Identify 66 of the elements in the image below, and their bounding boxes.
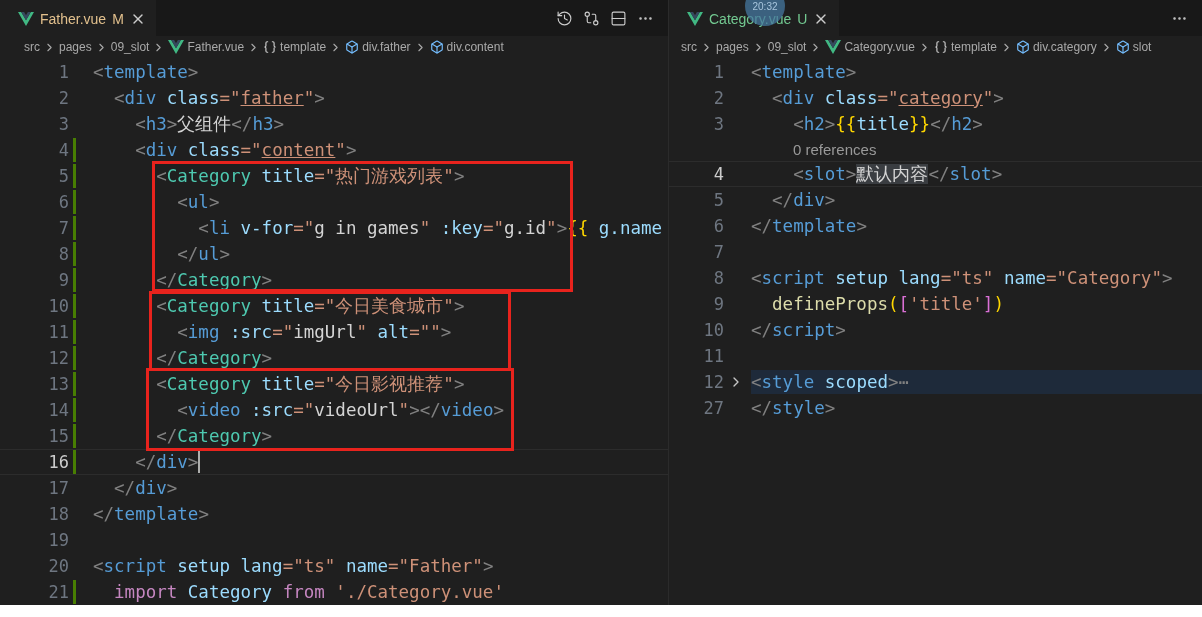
line-number: 18 xyxy=(47,504,69,524)
code-line: <video :src="videoUrl"></video> xyxy=(176,400,504,420)
line-number: 2 xyxy=(712,88,724,108)
git-status-label: U xyxy=(797,10,808,27)
code-line: <script setup lang="ts" name="Category"> xyxy=(751,268,1173,288)
code-line: <h3>父组件</h3> xyxy=(134,113,284,136)
code-line: <template> xyxy=(751,62,857,82)
line-number: 3 xyxy=(712,114,724,134)
code-line: </script> xyxy=(751,320,846,340)
line-number: 10 xyxy=(702,320,724,340)
code-line: </Category> xyxy=(155,348,273,368)
code-line: <h2>{{title}}</h2> xyxy=(792,114,983,134)
code-line: </template> xyxy=(93,504,209,524)
line-number: 1 xyxy=(712,62,724,82)
code-line: </style> xyxy=(751,398,836,418)
line-number: 4 xyxy=(712,164,724,184)
line-number: 4 xyxy=(57,140,69,160)
code-line: <script setup lang="ts" name="Father"> xyxy=(93,556,494,576)
line-number: 11 xyxy=(702,346,724,366)
code-line: <Category title="热门游戏列表"> xyxy=(155,165,465,188)
line-number: 20 xyxy=(47,556,69,576)
line-number: 6 xyxy=(712,216,724,236)
line-number: 17 xyxy=(47,478,69,498)
line-number: 7 xyxy=(712,242,724,262)
line-number: 10 xyxy=(47,296,69,316)
line-number: 21 xyxy=(47,582,69,602)
code-line: <slot>默认内容</slot> xyxy=(792,163,1003,186)
line-number: 12 xyxy=(702,372,724,392)
code-line: </template> xyxy=(751,216,867,236)
line-number: 2 xyxy=(57,88,69,108)
line-number: 19 xyxy=(47,530,69,550)
line-number: 11 xyxy=(47,322,69,342)
code-line: </div> xyxy=(113,478,178,498)
code-line: <img :src="imgUrl" alt=""> xyxy=(176,322,452,342)
code-line: </Category> xyxy=(155,270,273,290)
line-number: 9 xyxy=(57,270,69,290)
line-number: 7 xyxy=(57,218,69,238)
line-number: 8 xyxy=(57,244,69,264)
code-line: <template> xyxy=(93,62,199,82)
line-number: 5 xyxy=(712,190,724,210)
git-status-label: M xyxy=(112,10,124,27)
code-line: <style scoped>⋯ xyxy=(751,372,910,392)
line-number: 27 xyxy=(702,398,724,418)
line-number: 12 xyxy=(47,348,69,368)
line-number: 15 xyxy=(47,426,69,446)
line-number: 16 xyxy=(47,452,69,472)
code-line: import Category from './Category.vue' xyxy=(113,582,504,602)
code-line: <Category title="今日美食城市"> xyxy=(155,295,465,318)
code-line: <div class="father"> xyxy=(113,88,325,108)
code-line: <Category title="今日影视推荐"> xyxy=(155,373,465,396)
code-line: <div class="category"> xyxy=(771,88,1004,108)
code-line: </Category> xyxy=(155,426,273,446)
line-number: 5 xyxy=(57,166,69,186)
line-number: 1 xyxy=(57,62,69,82)
code-line: defineProps(['title']) xyxy=(771,294,1004,314)
line-number: 8 xyxy=(712,268,724,288)
line-number: 9 xyxy=(712,294,724,314)
line-number: 14 xyxy=(47,400,69,420)
line-number: 3 xyxy=(57,114,69,134)
line-number: 6 xyxy=(57,192,69,212)
code-line: <div class="content"> xyxy=(134,140,357,160)
code-line: </div> xyxy=(134,452,199,472)
code-line: </div> xyxy=(771,190,836,210)
code-line: <ul> xyxy=(176,192,220,212)
line-number: 13 xyxy=(47,374,69,394)
code-line: </ul> xyxy=(176,244,230,264)
